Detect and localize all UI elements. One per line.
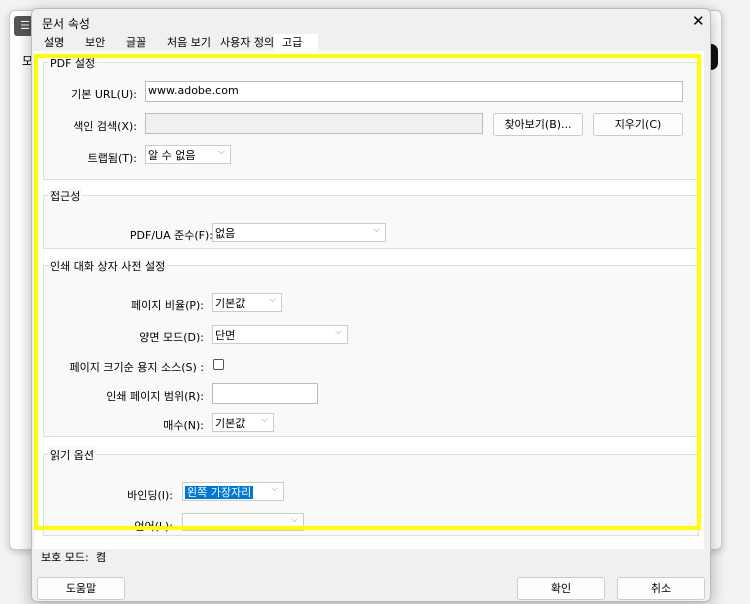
chevron-down-icon: ⌵ xyxy=(373,225,380,235)
paper-source-label: 페이지 크기순 용지 소스(S) : xyxy=(69,361,204,374)
page-scaling-select[interactable]: 기본값 ⌵ xyxy=(212,293,282,312)
chevron-down-icon: ⌵ xyxy=(291,515,298,525)
group-title: 인쇄 대화 상자 사전 설정 xyxy=(48,258,168,274)
document-properties-dialog: 문서 속성 ✕ 설명 보안 글꼴 처음 보기 사용자 정의 고급 PDF 설정 … xyxy=(31,8,711,602)
tab-initial-view[interactable]: 처음 보기 xyxy=(159,34,219,52)
index-input[interactable] xyxy=(145,113,483,134)
binding-select[interactable]: 왼쪽 가장자리 ⌵ xyxy=(182,482,284,501)
tab-custom[interactable]: 사용자 정의 xyxy=(212,34,283,52)
chevron-down-icon: ⌵ xyxy=(271,484,278,494)
chevron-down-icon: ⌵ xyxy=(335,327,342,337)
group-title: 읽기 옵션 xyxy=(48,447,96,463)
advanced-panel: PDF 설정 기본 URL(U): www.adobe.com 색인 검색(X)… xyxy=(34,51,704,549)
page-scaling-label: 페이지 비율(P): xyxy=(130,299,204,312)
base-url-input[interactable]: www.adobe.com xyxy=(145,81,683,102)
page-scaling-value: 기본값 xyxy=(215,297,246,310)
print-dialog-presets-group: 인쇄 대화 상자 사전 설정 xyxy=(43,258,699,437)
close-icon[interactable]: ✕ xyxy=(692,12,705,30)
dialog-title: 문서 속성 xyxy=(42,17,90,31)
binding-value: 왼쪽 가장자리 xyxy=(185,486,254,499)
base-url-label: 기본 URL(U): xyxy=(71,88,137,101)
print-range-label: 인쇄 페이지 범위(R): xyxy=(106,390,204,403)
trapped-select[interactable]: 알 수 없음 ⌵ xyxy=(145,145,231,164)
pdfua-value: 없음 xyxy=(215,227,236,240)
tab-description[interactable]: 설명 xyxy=(36,34,73,52)
chevron-down-icon: ⌵ xyxy=(261,415,268,425)
language-label: 언어(L): xyxy=(134,520,173,533)
tab-security[interactable]: 보안 xyxy=(77,34,114,52)
tab-fonts[interactable]: 글꼴 xyxy=(118,34,155,52)
copies-value: 기본값 xyxy=(215,417,246,430)
help-button[interactable]: 도움말 xyxy=(37,577,125,600)
tab-advanced[interactable]: 고급 xyxy=(274,34,318,52)
pdfua-select[interactable]: 없음 ⌵ xyxy=(212,223,386,242)
cancel-button[interactable]: 취소 xyxy=(617,577,705,600)
duplex-label: 양면 모드(D): xyxy=(139,331,204,344)
copies-label: 매수(N): xyxy=(163,419,204,432)
clear-button[interactable]: 지우기(C) xyxy=(593,113,683,136)
print-range-input[interactable] xyxy=(212,383,318,404)
paper-source-checkbox[interactable] xyxy=(213,359,224,370)
pdfua-label: PDF/UA 준수(F): xyxy=(129,229,213,242)
trapped-label: 트랩됨(T): xyxy=(87,152,137,165)
copies-select[interactable]: 기본값 ⌵ xyxy=(212,413,274,432)
index-label: 색인 검색(X): xyxy=(73,120,137,133)
trapped-value: 알 수 없음 xyxy=(148,149,196,162)
ok-button[interactable]: 확인 xyxy=(517,577,605,600)
protected-mode-value: 켬 xyxy=(96,551,107,564)
group-title: PDF 설정 xyxy=(48,55,98,71)
binding-label: 바인딩(I): xyxy=(127,489,173,502)
protected-mode-label: 보호 모드: xyxy=(41,551,89,564)
chevron-down-icon: ⌵ xyxy=(269,295,276,305)
duplex-value: 단면 xyxy=(215,329,236,342)
browse-button[interactable]: 찾아보기(B)... xyxy=(493,113,583,136)
duplex-select[interactable]: 단면 ⌵ xyxy=(212,325,348,344)
group-title: 접근성 xyxy=(48,188,83,204)
chevron-down-icon: ⌵ xyxy=(218,147,225,157)
language-select[interactable]: ⌵ xyxy=(182,513,304,531)
